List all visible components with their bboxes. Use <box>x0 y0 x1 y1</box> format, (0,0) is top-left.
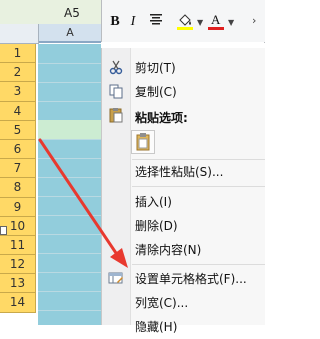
annotation-arrow <box>38 138 128 268</box>
